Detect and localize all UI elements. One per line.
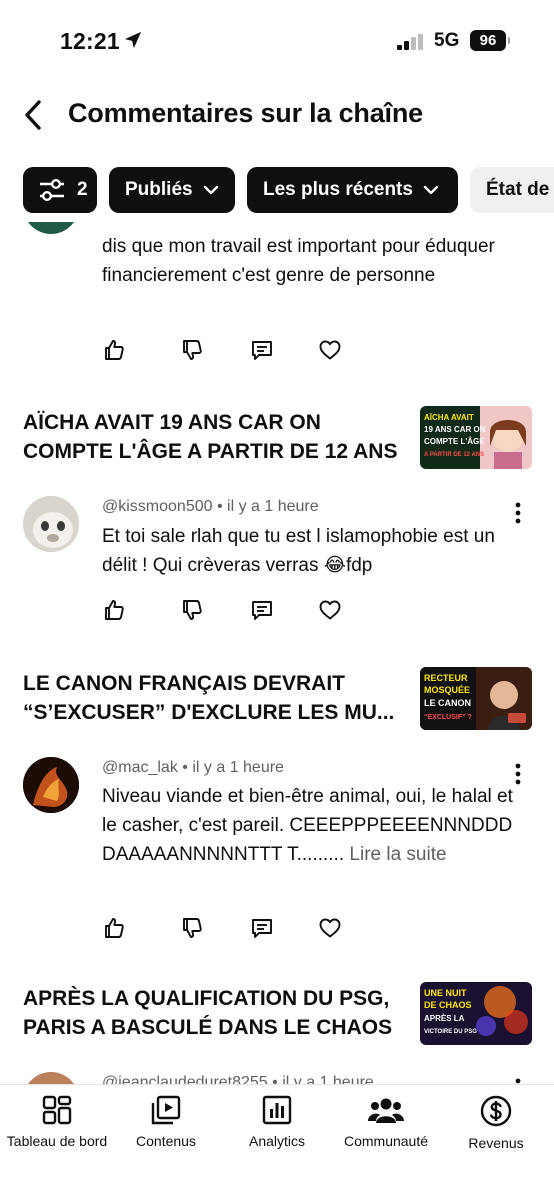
nav-revenue[interactable]: Revenus xyxy=(436,1095,554,1151)
svg-text:UNE NUIT: UNE NUIT xyxy=(424,988,467,998)
avatar[interactable] xyxy=(23,496,79,552)
video-thumbnail-image: UNE NUIT DE CHAOS APRÈS LA VICTOIRE DU P… xyxy=(420,982,532,1045)
svg-text:RECTEUR: RECTEUR xyxy=(424,673,468,683)
video-title[interactable]: AÏCHA AVAIT 19 ANS CAR ON COMPTE L'ÂGE A… xyxy=(23,408,413,466)
location-arrow-icon xyxy=(124,31,142,49)
battery-indicator: 96 xyxy=(470,30,510,51)
comment-text: dis que mon travail est important pour é… xyxy=(102,236,495,286)
nav-label: Contenus xyxy=(136,1133,196,1149)
comment-time: il y a 1 heure xyxy=(227,498,319,515)
comment-text: Niveau viande et bien-être animal, oui, … xyxy=(102,782,522,869)
signal-bars-icon xyxy=(397,34,423,50)
svg-text:19 ANS CAR ON: 19 ANS CAR ON xyxy=(424,425,486,434)
comment-text: Et toi sale rlah que tu est l islamophob… xyxy=(102,526,495,576)
published-filter-label: Publiés xyxy=(125,179,193,200)
meta-separator: • xyxy=(272,1074,278,1084)
comment-actions xyxy=(102,916,352,940)
thumbs-up-icon[interactable] xyxy=(102,916,126,940)
state-filter-label: État de xyxy=(486,179,550,200)
comment-meta: @jeanclaudeduret8255 • il y a 1 heure xyxy=(102,1074,374,1084)
video-title[interactable]: LE CANON FRANÇAIS DEVRAIT “S’EXCUSER” D'… xyxy=(23,669,413,727)
nav-label: Analytics xyxy=(248,1133,306,1149)
nav-analytics[interactable]: Analytics xyxy=(217,1095,337,1149)
video-title[interactable]: APRÈS LA QUALIFICATION DU PSG, PARIS A B… xyxy=(23,984,413,1042)
reply-icon[interactable] xyxy=(250,338,274,362)
nav-community[interactable]: Communauté xyxy=(326,1095,446,1149)
filter-chips: 2 Publiés Les plus récents État de xyxy=(0,167,554,213)
read-more-link[interactable]: Lire la suite xyxy=(349,844,446,865)
dollar-icon xyxy=(480,1095,512,1127)
nav-content[interactable]: Contenus xyxy=(106,1095,226,1149)
video-thumbnail[interactable]: UNE NUIT DE CHAOS APRÈS LA VICTOIRE DU P… xyxy=(420,982,532,1045)
heart-icon[interactable] xyxy=(318,916,342,940)
reply-icon[interactable] xyxy=(250,598,274,622)
thumbs-down-icon[interactable] xyxy=(180,916,204,940)
thumbs-up-icon[interactable] xyxy=(102,338,126,362)
meta-separator: • xyxy=(182,759,188,776)
avatar[interactable] xyxy=(23,222,79,234)
sliders-icon xyxy=(40,179,64,201)
comment-actions xyxy=(102,338,352,362)
svg-text:VICTOIRE DU PSG: VICTOIRE DU PSG xyxy=(424,1029,477,1035)
avatar[interactable] xyxy=(23,1072,79,1084)
bottom-navigation: Tableau de bord Contenus Analytics Commu… xyxy=(0,1084,554,1200)
more-options-icon[interactable] xyxy=(512,502,524,524)
published-filter-chip[interactable]: Publiés xyxy=(109,167,235,213)
svg-text:MOSQUÉE: MOSQUÉE xyxy=(424,685,470,695)
nav-label: Tableau de bord xyxy=(6,1133,108,1149)
nav-dashboard[interactable]: Tableau de bord xyxy=(0,1095,117,1149)
svg-text:AÏCHA AVAIT: AÏCHA AVAIT xyxy=(424,413,474,422)
filter-settings-chip[interactable]: 2 xyxy=(23,167,97,213)
status-bar: 12:21 5G 96 xyxy=(0,0,554,84)
nav-label: Communauté xyxy=(343,1133,429,1149)
comment-author[interactable]: @mac_lak xyxy=(102,759,178,776)
back-arrow-icon[interactable] xyxy=(20,98,46,132)
video-thumbnail-image: AÏCHA AVAIT 19 ANS CAR ON COMPTE L'ÂGE A… xyxy=(420,406,532,469)
dashboard-icon xyxy=(42,1095,72,1125)
sort-filter-chip[interactable]: Les plus récents xyxy=(247,167,458,213)
comment-text-body: Niveau viande et bien-être animal, oui, … xyxy=(102,786,513,865)
page-header: Commentaires sur la chaîne xyxy=(0,90,554,140)
comment-time: il y a 1 heure xyxy=(192,759,284,776)
comment-author[interactable]: @jeanclaudeduret8255 xyxy=(102,1074,268,1084)
page-title: Commentaires sur la chaîne xyxy=(68,98,423,128)
meta-separator: • xyxy=(216,498,223,515)
sort-filter-label: Les plus récents xyxy=(263,179,413,200)
reply-icon[interactable] xyxy=(250,916,274,940)
analytics-icon xyxy=(262,1095,292,1125)
svg-text:DE CHAOS: DE CHAOS xyxy=(424,1000,472,1010)
comment-meta: @mac_lak • il y a 1 heure xyxy=(102,759,284,777)
comment-author[interactable]: @kissmoon500 xyxy=(102,498,213,515)
comment-time: il y a 1 heure xyxy=(282,1074,374,1084)
comment-actions xyxy=(102,598,352,622)
nav-label: Revenus xyxy=(468,1135,524,1151)
network-type: 5G xyxy=(434,30,460,51)
community-icon xyxy=(368,1098,404,1123)
comment-meta: @kissmoon500 • il y a 1 heure xyxy=(102,498,319,516)
svg-text:COMPTE L'ÂGE: COMPTE L'ÂGE xyxy=(424,437,485,446)
svg-text:APRÈS LA: APRÈS LA xyxy=(424,1014,465,1023)
svg-text:“EXCLUSIF” ?: “EXCLUSIF” ? xyxy=(424,714,472,721)
video-thumbnail-image: RECTEUR MOSQUÉE LE CANON “EXCLUSIF” ? xyxy=(420,667,532,730)
thumbs-down-icon[interactable] xyxy=(180,598,204,622)
svg-text:LE CANON: LE CANON xyxy=(424,698,471,708)
filter-count: 2 xyxy=(77,179,88,200)
video-thumbnail[interactable]: RECTEUR MOSQUÉE LE CANON “EXCLUSIF” ? xyxy=(420,667,532,730)
thumbs-up-icon[interactable] xyxy=(102,598,126,622)
heart-icon[interactable] xyxy=(318,598,342,622)
svg-text:A PARTIR DE 12 ANS: A PARTIR DE 12 ANS xyxy=(424,452,484,458)
content-icon xyxy=(151,1095,181,1125)
avatar[interactable] xyxy=(23,757,79,813)
thumbs-down-icon[interactable] xyxy=(180,338,204,362)
state-filter-chip[interactable]: État de xyxy=(470,167,554,213)
comments-feed: dis que mon travail est important pour é… xyxy=(0,222,554,1084)
heart-icon[interactable] xyxy=(318,338,342,362)
status-time: 12:21 xyxy=(60,28,120,54)
video-thumbnail[interactable]: AÏCHA AVAIT 19 ANS CAR ON COMPTE L'ÂGE A… xyxy=(420,406,532,469)
chevron-down-icon xyxy=(423,185,439,195)
chevron-down-icon xyxy=(203,185,218,195)
